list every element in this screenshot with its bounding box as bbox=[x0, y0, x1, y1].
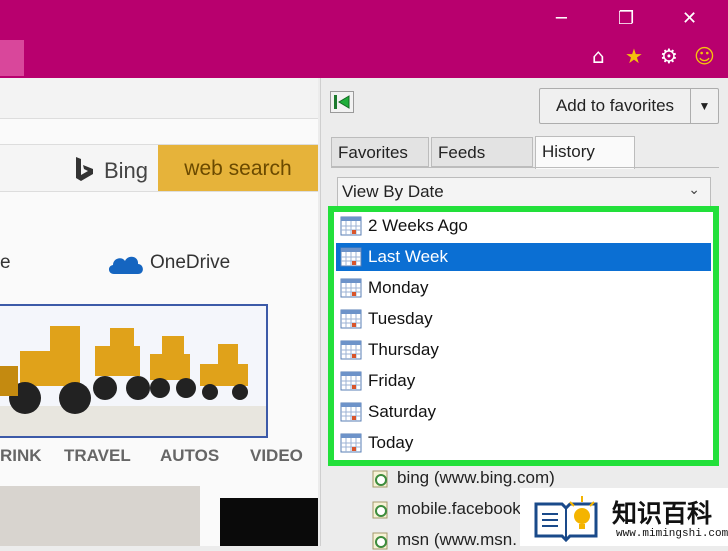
browser-titlebar: ─ ❐ ✕ ⌂ ★ ⚙ ☺ bbox=[0, 0, 728, 78]
webpage-history-icon bbox=[372, 532, 388, 550]
construction-equipment-banner[interactable] bbox=[0, 304, 268, 438]
onedrive-link[interactable]: OneDrive bbox=[150, 252, 230, 274]
watermark-url: www.mimingshi.com bbox=[616, 528, 728, 540]
history-item-label: Today bbox=[368, 433, 414, 452]
calendar-icon bbox=[340, 216, 362, 236]
bing-logo-icon bbox=[76, 157, 93, 181]
history-item-label: 2 Weeks Ago bbox=[368, 216, 468, 235]
favorites-star-icon[interactable]: ★ bbox=[625, 44, 643, 68]
tab-feeds[interactable]: Feeds bbox=[431, 137, 533, 167]
pin-arrow-icon bbox=[334, 95, 350, 109]
home-icon[interactable]: ⌂ bbox=[592, 44, 605, 68]
history-item-saturday[interactable]: Saturday bbox=[336, 398, 711, 426]
tab-history[interactable]: History bbox=[535, 136, 635, 169]
onedrive-cloud-icon bbox=[108, 256, 143, 274]
nav-link-video[interactable]: VIDEO bbox=[250, 446, 303, 466]
partial-link[interactable]: e bbox=[0, 252, 11, 274]
calendar-icon bbox=[340, 309, 362, 329]
page-top-bar bbox=[0, 78, 318, 119]
calendar-icon bbox=[340, 278, 362, 298]
history-item-last-week[interactable]: Last Week bbox=[336, 243, 711, 271]
history-entry-label: bing (www.bing.com) bbox=[397, 468, 555, 487]
nav-link-drink[interactable]: RINK bbox=[0, 446, 42, 466]
history-entry-label: mobile.facebook bbox=[397, 499, 521, 518]
add-to-favorites-label: Add to favorites bbox=[555, 96, 675, 115]
history-item-monday[interactable]: Monday bbox=[336, 274, 711, 302]
calendar-icon bbox=[340, 247, 362, 267]
search-row: Bing web search bbox=[0, 144, 318, 192]
close-button[interactable]: ✕ bbox=[682, 8, 697, 29]
minimize-button[interactable]: ─ bbox=[556, 8, 567, 29]
tab-divider bbox=[331, 167, 719, 168]
calendar-icon bbox=[340, 340, 362, 360]
add-to-favorites-button[interactable]: Add to favorites ▼ bbox=[539, 88, 719, 124]
view-by-select[interactable]: View By Date ⌄ bbox=[337, 177, 711, 207]
news-thumbnail[interactable] bbox=[0, 486, 200, 546]
web-page-content: Bing web search e OneDrive RINK TRAVEL A… bbox=[0, 78, 318, 546]
history-item-label: Tuesday bbox=[368, 309, 433, 328]
history-item-label: Monday bbox=[368, 278, 429, 297]
history-item-friday[interactable]: Friday bbox=[336, 367, 711, 395]
history-item-label: Thursday bbox=[368, 340, 439, 359]
bing-label: Bing bbox=[104, 158, 149, 183]
view-by-label: View By Date bbox=[342, 182, 444, 201]
web-search-button[interactable]: web search bbox=[158, 145, 318, 191]
history-item-tuesday[interactable]: Tuesday bbox=[336, 305, 711, 333]
history-item-label: Saturday bbox=[368, 402, 437, 421]
chevron-down-icon: ⌄ bbox=[688, 181, 700, 197]
pin-panel-button[interactable] bbox=[330, 91, 354, 113]
video-thumbnail[interactable] bbox=[220, 498, 318, 546]
smiley-icon[interactable]: ☺ bbox=[694, 44, 715, 68]
nav-link-autos[interactable]: AUTOS bbox=[160, 446, 219, 466]
webpage-history-icon bbox=[372, 501, 388, 519]
browser-tab[interactable] bbox=[0, 40, 24, 76]
gear-icon[interactable]: ⚙ bbox=[660, 44, 678, 68]
add-to-favorites-dropdown-arrow[interactable]: ▼ bbox=[690, 89, 718, 123]
history-entry-label: msn (www.msn. bbox=[397, 530, 517, 549]
history-item-label: Friday bbox=[368, 371, 416, 390]
favorites-center-panel: Add to favorites ▼ Favorites Feeds Histo… bbox=[320, 78, 728, 550]
book-lightbulb-logo-icon bbox=[534, 496, 598, 542]
history-item-2-weeks-ago[interactable]: 2 Weeks Ago bbox=[336, 212, 711, 240]
history-item-thursday[interactable]: Thursday bbox=[336, 336, 711, 364]
nav-link-travel[interactable]: TRAVEL bbox=[64, 446, 131, 466]
webpage-history-icon bbox=[372, 470, 388, 488]
banner-image bbox=[0, 306, 266, 436]
calendar-icon bbox=[340, 371, 362, 391]
watermark-title: 知识百科 bbox=[612, 499, 713, 528]
history-item-today[interactable]: Today bbox=[336, 429, 711, 457]
restore-button[interactable]: ❐ bbox=[618, 8, 634, 29]
view-by-dropdown-list: 2 Weeks Ago Last Week Monday Tuesday Thu… bbox=[328, 206, 719, 466]
watermark: 知识百科 www.mimingshi.com bbox=[520, 488, 728, 546]
history-item-label: Last Week bbox=[368, 247, 449, 266]
tab-favorites[interactable]: Favorites bbox=[331, 137, 429, 167]
calendar-icon bbox=[340, 433, 362, 453]
calendar-icon bbox=[340, 402, 362, 422]
